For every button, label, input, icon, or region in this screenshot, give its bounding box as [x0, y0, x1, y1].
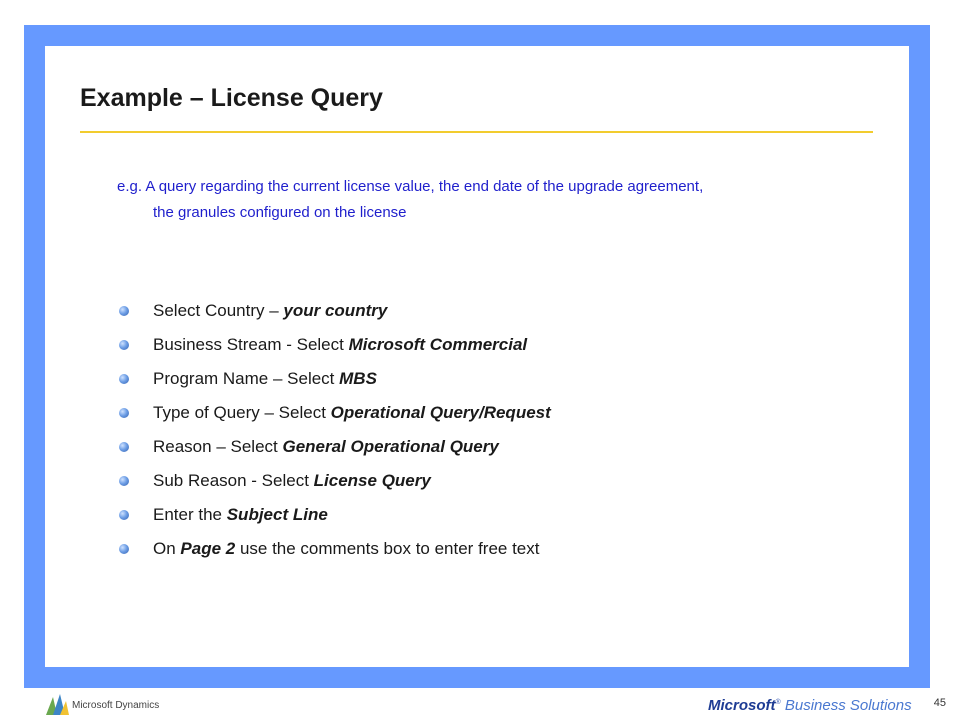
list-item: Select Country – your country — [115, 294, 551, 328]
list-item: Reason – Select General Operational Quer… — [115, 430, 551, 464]
bullet-icon — [119, 476, 129, 486]
logo-suffix: Business Solutions — [784, 697, 912, 714]
page-number: 45 — [933, 697, 946, 709]
bullet-icon — [119, 442, 129, 452]
list-item: Sub Reason - Select License Query — [115, 464, 551, 498]
list-item: Business Stream - Select Microsoft Comme… — [115, 328, 551, 362]
list-item: Enter the Subject Line — [115, 498, 551, 532]
bullet-icon — [119, 374, 129, 384]
slide-title: Example – License Query — [80, 84, 383, 112]
logo-brand: Microsoft — [708, 697, 776, 714]
bullet-icon — [119, 510, 129, 520]
business-solutions-logo: Microsoft® Business Solutions — [708, 697, 912, 714]
intro-text: e.g. A query regarding the current licen… — [117, 174, 857, 226]
title-underline — [80, 131, 873, 133]
list-item: Program Name – Select MBS — [115, 362, 551, 396]
bullet-icon — [119, 340, 129, 350]
list-item: Type of Query – Select Operational Query… — [115, 396, 551, 430]
slide-content: Example – License Query e.g. A query reg… — [45, 46, 909, 667]
intro-line-2: the granules configured on the license — [153, 204, 407, 221]
microsoft-dynamics-logo-text: Microsoft Dynamics — [72, 700, 160, 711]
instruction-list: Select Country – your country Business S… — [115, 294, 551, 566]
list-item: On Page 2 use the comments box to enter … — [115, 532, 551, 566]
microsoft-dynamics-logo-icon — [46, 694, 69, 715]
intro-line-1: e.g. A query regarding the current licen… — [117, 178, 704, 195]
bullet-icon — [119, 544, 129, 554]
bullet-icon — [119, 306, 129, 316]
bullet-icon — [119, 408, 129, 418]
